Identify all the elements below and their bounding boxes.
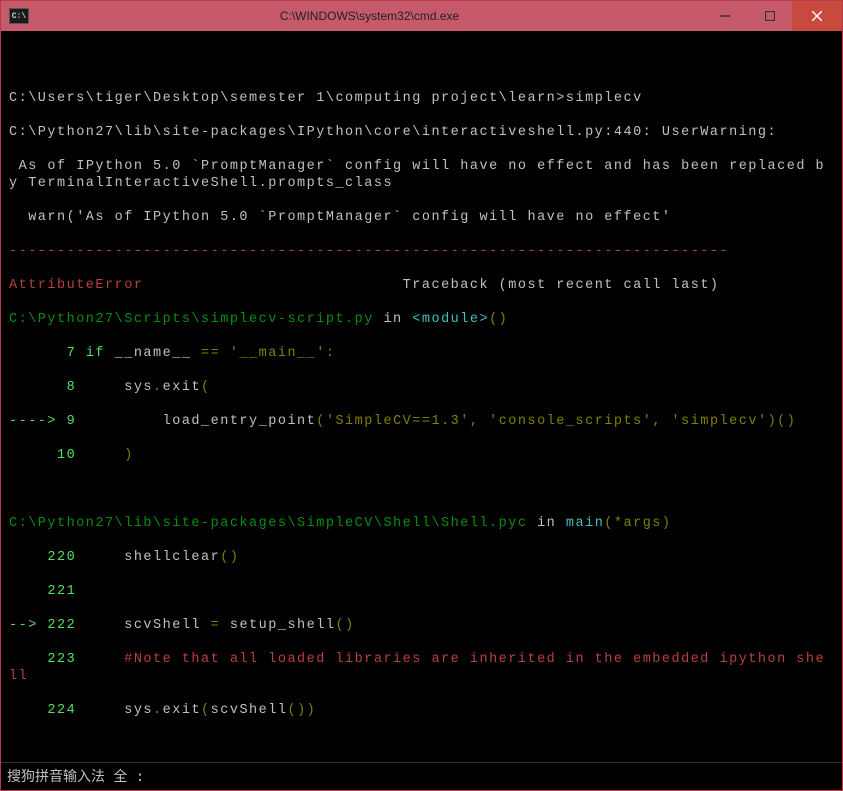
minimize-button[interactable]: [702, 1, 747, 31]
warn-code: warn('As of IPython 5.0 `PromptManager` …: [9, 209, 834, 226]
separator: ----------------------------------------…: [9, 243, 834, 260]
minimize-icon: [720, 11, 730, 21]
code-line-224: 224 sys.exit(scvShell()): [9, 702, 834, 719]
maximize-button[interactable]: [747, 1, 792, 31]
warning-location: C:\Python27\lib\site-packages\IPython\co…: [9, 124, 834, 141]
blank-line: [9, 736, 834, 753]
code-line-9: ----> 9 load_entry_point('SimpleCV==1.3'…: [9, 413, 834, 430]
window-title: C:\WINDOWS\system32\cmd.exe: [37, 9, 702, 23]
code-line-7: 7 if __name__ == '__main__':: [9, 345, 834, 362]
ime-statusbar: 搜狗拼音输入法 全 :: [1, 762, 842, 790]
terminal-output[interactable]: C:\Users\tiger\Desktop\semester 1\comput…: [1, 31, 842, 762]
close-icon: [812, 11, 822, 21]
window-controls: [702, 1, 842, 31]
traceback-header: AttributeError Traceback (most recent ca…: [9, 277, 834, 294]
close-button[interactable]: [792, 1, 842, 31]
cmd-icon: C:\: [9, 8, 29, 24]
code-line-223: 223 #Note that all loaded libraries are …: [9, 651, 834, 685]
maximize-icon: [765, 11, 775, 21]
prompt-line: C:\Users\tiger\Desktop\semester 1\comput…: [9, 90, 834, 107]
blank-line: [9, 481, 834, 498]
warning-message: As of IPython 5.0 `PromptManager` config…: [9, 158, 834, 192]
code-line-10: 10 ): [9, 447, 834, 464]
blank-line: [9, 56, 834, 73]
file-ref-2: C:\Python27\lib\site-packages\SimpleCV\S…: [9, 515, 834, 532]
code-line-8: 8 sys.exit(: [9, 379, 834, 396]
file-ref-1: C:\Python27\Scripts\simplecv-script.py i…: [9, 311, 834, 328]
code-line-222: --> 222 scvShell = setup_shell(): [9, 617, 834, 634]
code-line-221: 221: [9, 583, 834, 600]
window-titlebar: C:\ C:\WINDOWS\system32\cmd.exe: [1, 1, 842, 31]
code-line-220: 220 shellclear(): [9, 549, 834, 566]
